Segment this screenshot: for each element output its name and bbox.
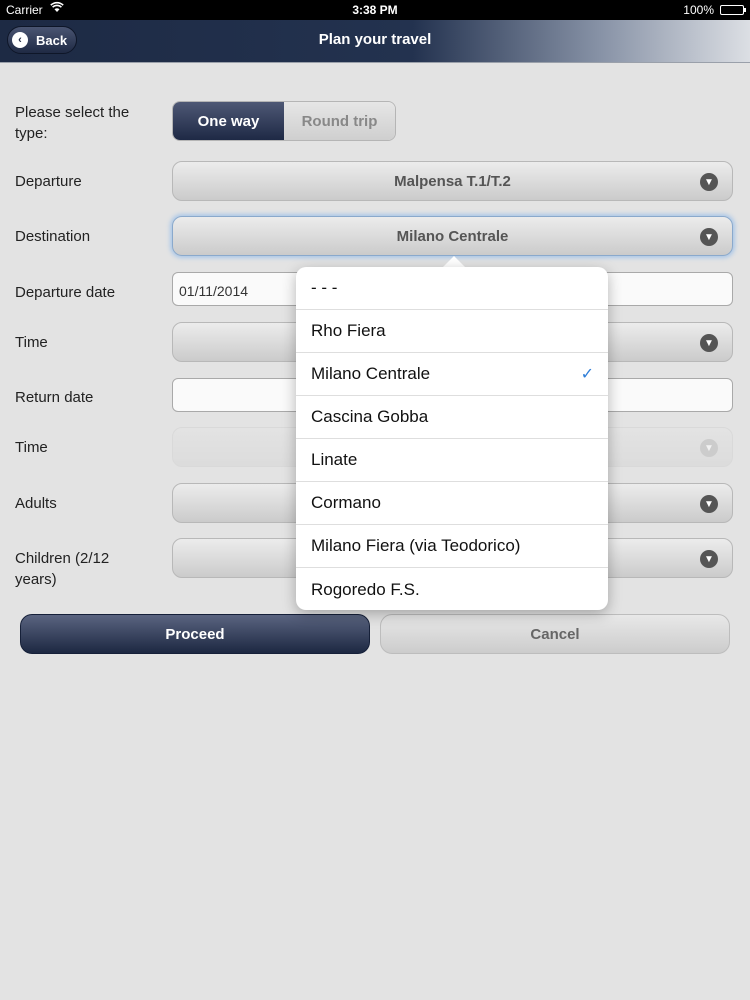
option-milano-centrale[interactable]: Milano Centrale ✓ [296, 353, 608, 396]
destination-select[interactable]: Milano Centrale ▼ [172, 216, 733, 256]
destination-label: Destination [15, 228, 91, 245]
children-label: Children (2/12 years) [15, 550, 110, 588]
segment-one-way[interactable]: One way [173, 102, 284, 140]
option-cascina-gobba[interactable]: Cascina Gobba [296, 396, 608, 439]
segment-round-trip[interactable]: Round trip [284, 102, 395, 140]
option-rho-fiera[interactable]: Rho Fiera [296, 310, 608, 353]
return-date-label: Return date [15, 389, 94, 406]
return-time-label: Time [15, 439, 48, 456]
departure-label: Departure [15, 173, 82, 190]
chevron-down-icon: ▼ [700, 228, 718, 246]
destination-dropdown: - - - Rho Fiera Milano Centrale ✓ Cascina… [296, 267, 608, 610]
battery-icon [720, 5, 746, 15]
chevron-down-icon: ▼ [700, 439, 718, 457]
option-linate[interactable]: Linate [296, 439, 608, 482]
navigation-bar: ‹ Back Plan your travel [0, 20, 750, 63]
checkmark-icon: ✓ [580, 366, 594, 383]
departure-date-label: Departure date [15, 284, 116, 301]
battery-percent: 100% [683, 3, 714, 17]
adults-label: Adults [15, 495, 57, 512]
destination-value: Milano Centrale [396, 228, 509, 245]
cancel-button[interactable]: Cancel [380, 614, 730, 654]
page-title: Plan your travel [318, 31, 432, 48]
type-label: Please select the type: [15, 104, 130, 142]
departure-value: Malpensa T.1/T.2 [394, 173, 511, 190]
option-none[interactable]: - - - [296, 267, 608, 310]
option-rogoredo[interactable]: Rogoredo F.S. [296, 568, 608, 610]
chevron-down-icon: ▼ [700, 550, 718, 568]
status-bar: Carrier 3:38 PM 100% [0, 0, 750, 20]
option-milano-fiera[interactable]: Milano Fiera (via Teodorico) [296, 525, 608, 568]
trip-type-segmented-control: One way Round trip [172, 101, 396, 141]
chevron-down-icon: ▼ [700, 173, 718, 191]
proceed-button[interactable]: Proceed [20, 614, 370, 654]
chevron-down-icon: ▼ [700, 334, 718, 352]
time-label: Time [15, 334, 48, 351]
chevron-down-icon: ▼ [700, 495, 718, 513]
option-cormano[interactable]: Cormano [296, 482, 608, 525]
departure-select[interactable]: Malpensa T.1/T.2 ▼ [172, 161, 733, 201]
clock: 3:38 PM [352, 3, 398, 17]
